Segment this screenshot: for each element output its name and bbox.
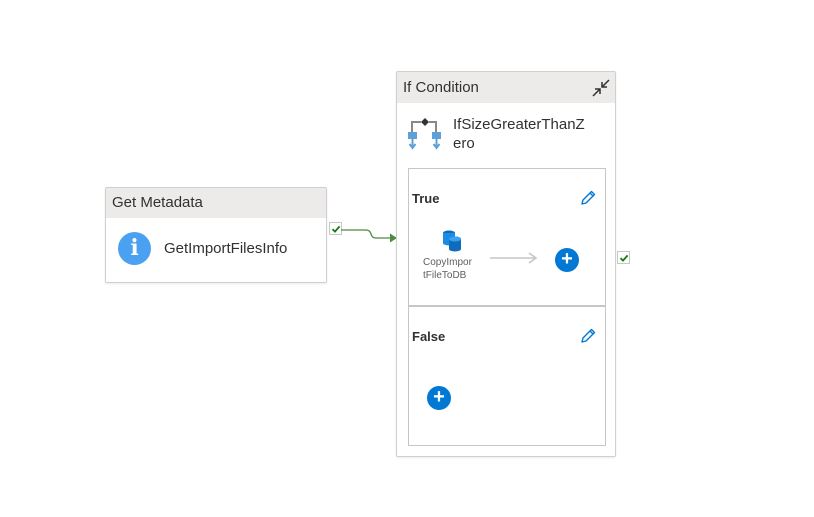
false-branch-label: False: [412, 329, 446, 344]
get-metadata-body: i GetImportFilesInfo: [106, 219, 326, 282]
get-metadata-activity[interactable]: Get Metadata i GetImportFilesInfo: [105, 187, 327, 283]
false-branch-container[interactable]: False +: [408, 306, 606, 446]
copy-activity-name-line1: CopyImpor: [423, 257, 472, 268]
get-metadata-activity-name: GetImportFilesInfo: [164, 240, 288, 257]
info-icon: i: [118, 232, 151, 265]
copy-activity-name-line2: tFileToDB: [423, 270, 467, 281]
if-condition-header: If Condition: [397, 72, 615, 103]
true-branch-container[interactable]: True CopyImpor tFileToDB +: [408, 168, 606, 306]
if-condition-activity[interactable]: If Condition IfSizeGreaterThanZ ero True…: [396, 71, 616, 457]
edit-pencil-icon[interactable]: [579, 189, 597, 207]
copy-data-icon[interactable]: [441, 229, 463, 253]
add-activity-button-true[interactable]: +: [555, 248, 579, 272]
if-condition-icon: [408, 118, 441, 150]
checkmark-icon: [331, 225, 340, 233]
collapse-icon[interactable]: [591, 78, 611, 98]
checkmark-icon: [619, 254, 628, 262]
success-connector-arrow[interactable]: [340, 224, 398, 248]
get-metadata-header: Get Metadata: [106, 188, 326, 218]
edit-pencil-icon[interactable]: [579, 327, 597, 345]
branch-flow-arrow: [490, 252, 538, 264]
add-activity-button-false[interactable]: +: [427, 386, 451, 410]
true-branch-label: True: [412, 191, 440, 206]
success-output-handle-if-condition[interactable]: [617, 251, 630, 264]
if-condition-name-line2: ero: [453, 135, 475, 152]
if-condition-name-line1: IfSizeGreaterThanZ: [453, 116, 585, 133]
